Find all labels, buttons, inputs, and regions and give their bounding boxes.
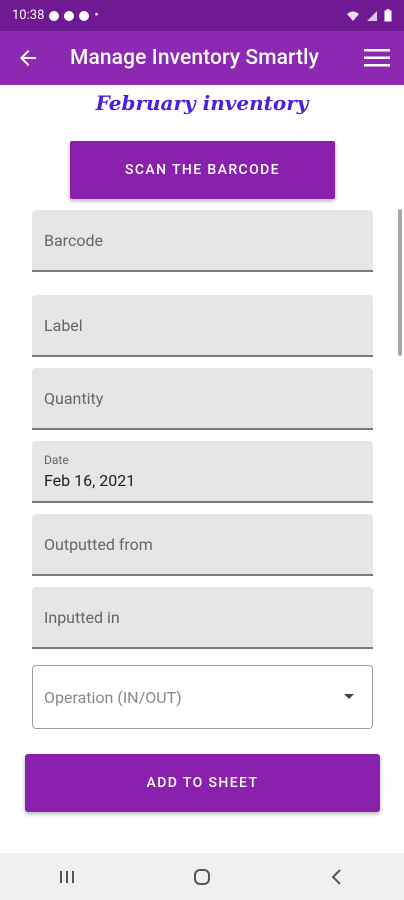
label-field[interactable]: Label [32, 295, 373, 357]
back-arrow-icon [20, 50, 36, 66]
nav-back-button[interactable] [307, 857, 367, 897]
date-label: Date [44, 453, 69, 467]
notification-icon [64, 10, 75, 21]
status-bar: 10:38 • [0, 0, 404, 31]
hamburger-menu-icon [364, 49, 390, 67]
wifi-icon [347, 11, 359, 21]
back-icon [331, 868, 341, 885]
date-field[interactable]: Date Feb 16, 2021 [32, 441, 373, 503]
page-heading: February inventory [95, 91, 309, 115]
outputted-from-field[interactable]: Outputted from [32, 514, 373, 576]
battery-icon [384, 9, 392, 22]
home-button[interactable] [172, 857, 232, 897]
quantity-field[interactable]: Quantity [32, 368, 373, 430]
menu-button[interactable] [350, 31, 404, 85]
outputted-from-placeholder: Outputted from [44, 535, 153, 554]
quantity-placeholder: Quantity [44, 389, 104, 408]
recent-apps-icon [60, 870, 75, 883]
notification-icon [79, 10, 90, 21]
add-to-sheet-button[interactable]: ADD TO SHEET [25, 754, 380, 812]
status-left: 10:38 • [12, 8, 99, 23]
status-more-dot: • [94, 8, 99, 23]
signal-icon [367, 10, 377, 21]
recent-apps-button[interactable] [37, 857, 97, 897]
inputted-in-field[interactable]: Inputted in [32, 587, 373, 649]
label-placeholder: Label [44, 316, 83, 335]
back-button[interactable] [0, 31, 56, 85]
dropdown-arrow-icon [344, 694, 354, 699]
scrollbar[interactable] [398, 209, 402, 356]
app-title: Manage Inventory Smartly [70, 46, 319, 70]
scan-barcode-button[interactable]: SCAN THE BARCODE [70, 141, 335, 199]
date-value: Feb 16, 2021 [44, 471, 136, 490]
notification-icon [49, 10, 60, 21]
operation-dropdown[interactable]: Operation (IN/OUT) [32, 665, 373, 729]
status-time: 10:38 [12, 8, 45, 23]
operation-placeholder: Operation (IN/OUT) [44, 688, 182, 707]
app-bar: Manage Inventory Smartly [0, 31, 404, 85]
system-nav-bar [0, 853, 404, 900]
inputted-in-placeholder: Inputted in [44, 608, 120, 627]
barcode-placeholder: Barcode [44, 231, 103, 250]
status-right [346, 9, 392, 22]
form-content: February inventory SCAN THE BARCODE Barc… [0, 85, 404, 853]
home-icon [193, 868, 210, 885]
barcode-field[interactable]: Barcode [32, 210, 373, 272]
